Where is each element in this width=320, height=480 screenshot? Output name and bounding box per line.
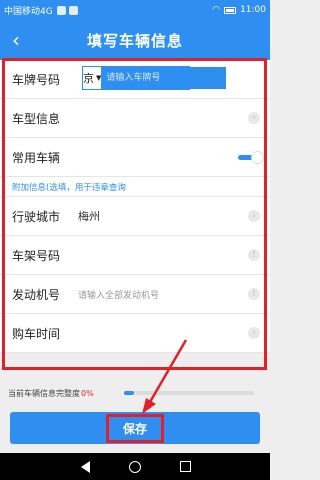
city-value: 梅州 (78, 210, 100, 223)
app-notification-icon (68, 5, 78, 15)
chevron-right-icon: › (248, 210, 260, 222)
clock: 11:00 (240, 5, 266, 15)
model-label: 车型信息 (12, 111, 61, 126)
completeness-row: 当前车辆信息完整度 0% (8, 383, 264, 403)
info-icon: ! (248, 249, 260, 261)
common-vehicle-row: 常用车辆 (0, 138, 270, 177)
common-vehicle-label: 常用车辆 (12, 150, 61, 165)
app-notification-icon (56, 5, 66, 15)
engine-label: 发动机号 (12, 287, 61, 302)
top-nav-bar: ‹ 填写车辆信息 (0, 20, 270, 60)
notification-icons (56, 5, 213, 15)
back-arrow-icon[interactable]: ‹ (12, 28, 20, 52)
engine-input[interactable]: 请输入全部发动机号 (78, 288, 159, 301)
chevron-right-icon: › (248, 112, 260, 124)
save-button[interactable]: 保存 (10, 412, 260, 444)
battery-icon (224, 6, 237, 14)
plate-label: 车牌号码 (12, 72, 61, 87)
common-vehicle-toggle[interactable] (238, 151, 264, 164)
vehicle-form: 车牌号码 京 ▼ 车型信息 › 常用车辆 附加信息(选填，用于违章查询 行驶城市… (0, 60, 270, 353)
city-row[interactable]: 行驶城市 梅州 › (0, 197, 270, 236)
completeness-bar-fill (124, 391, 135, 395)
plate-input[interactable] (101, 67, 227, 89)
purchase-date-row[interactable]: 购车时间 › (0, 314, 270, 353)
province-select[interactable]: 京 ▼ (83, 67, 102, 89)
info-icon: ! (248, 288, 260, 300)
wifi-icon: ◠ (212, 5, 221, 15)
city-label: 行驶城市 (12, 209, 61, 224)
carrier-label: 中国移动4G (4, 6, 53, 17)
plate-input-group: 京 ▼ (82, 66, 227, 90)
page-title: 填写车辆信息 (86, 31, 183, 50)
province-value: 京 (83, 72, 94, 85)
footer: 当前车辆信息完整度 0% 保存 (0, 375, 270, 453)
extra-info-note: 附加信息(选填，用于违章查询 (0, 177, 270, 197)
engine-row: 发动机号 请输入全部发动机号 ! (0, 275, 270, 314)
toggle-knob (251, 151, 264, 164)
completeness-value: 0% (81, 388, 94, 398)
model-row[interactable]: 车型信息 › (0, 99, 270, 138)
system-recent-apps-icon[interactable] (178, 460, 192, 474)
system-nav-bar (0, 453, 270, 480)
chevron-right-icon: › (248, 327, 260, 339)
vin-label: 车架号码 (12, 248, 61, 263)
system-back-icon[interactable] (78, 460, 92, 474)
completeness-bar (124, 391, 254, 395)
status-bar: 中国移动4G ◠ 11:00 (0, 0, 270, 20)
purchase-date-label: 购车时间 (12, 326, 61, 341)
plate-row: 车牌号码 京 ▼ (0, 60, 270, 99)
vin-row[interactable]: 车架号码 ! (0, 236, 270, 275)
save-button-label: 保存 (105, 413, 164, 443)
system-home-icon[interactable] (128, 460, 142, 474)
completeness-label: 当前车辆信息完整度 (8, 388, 80, 398)
